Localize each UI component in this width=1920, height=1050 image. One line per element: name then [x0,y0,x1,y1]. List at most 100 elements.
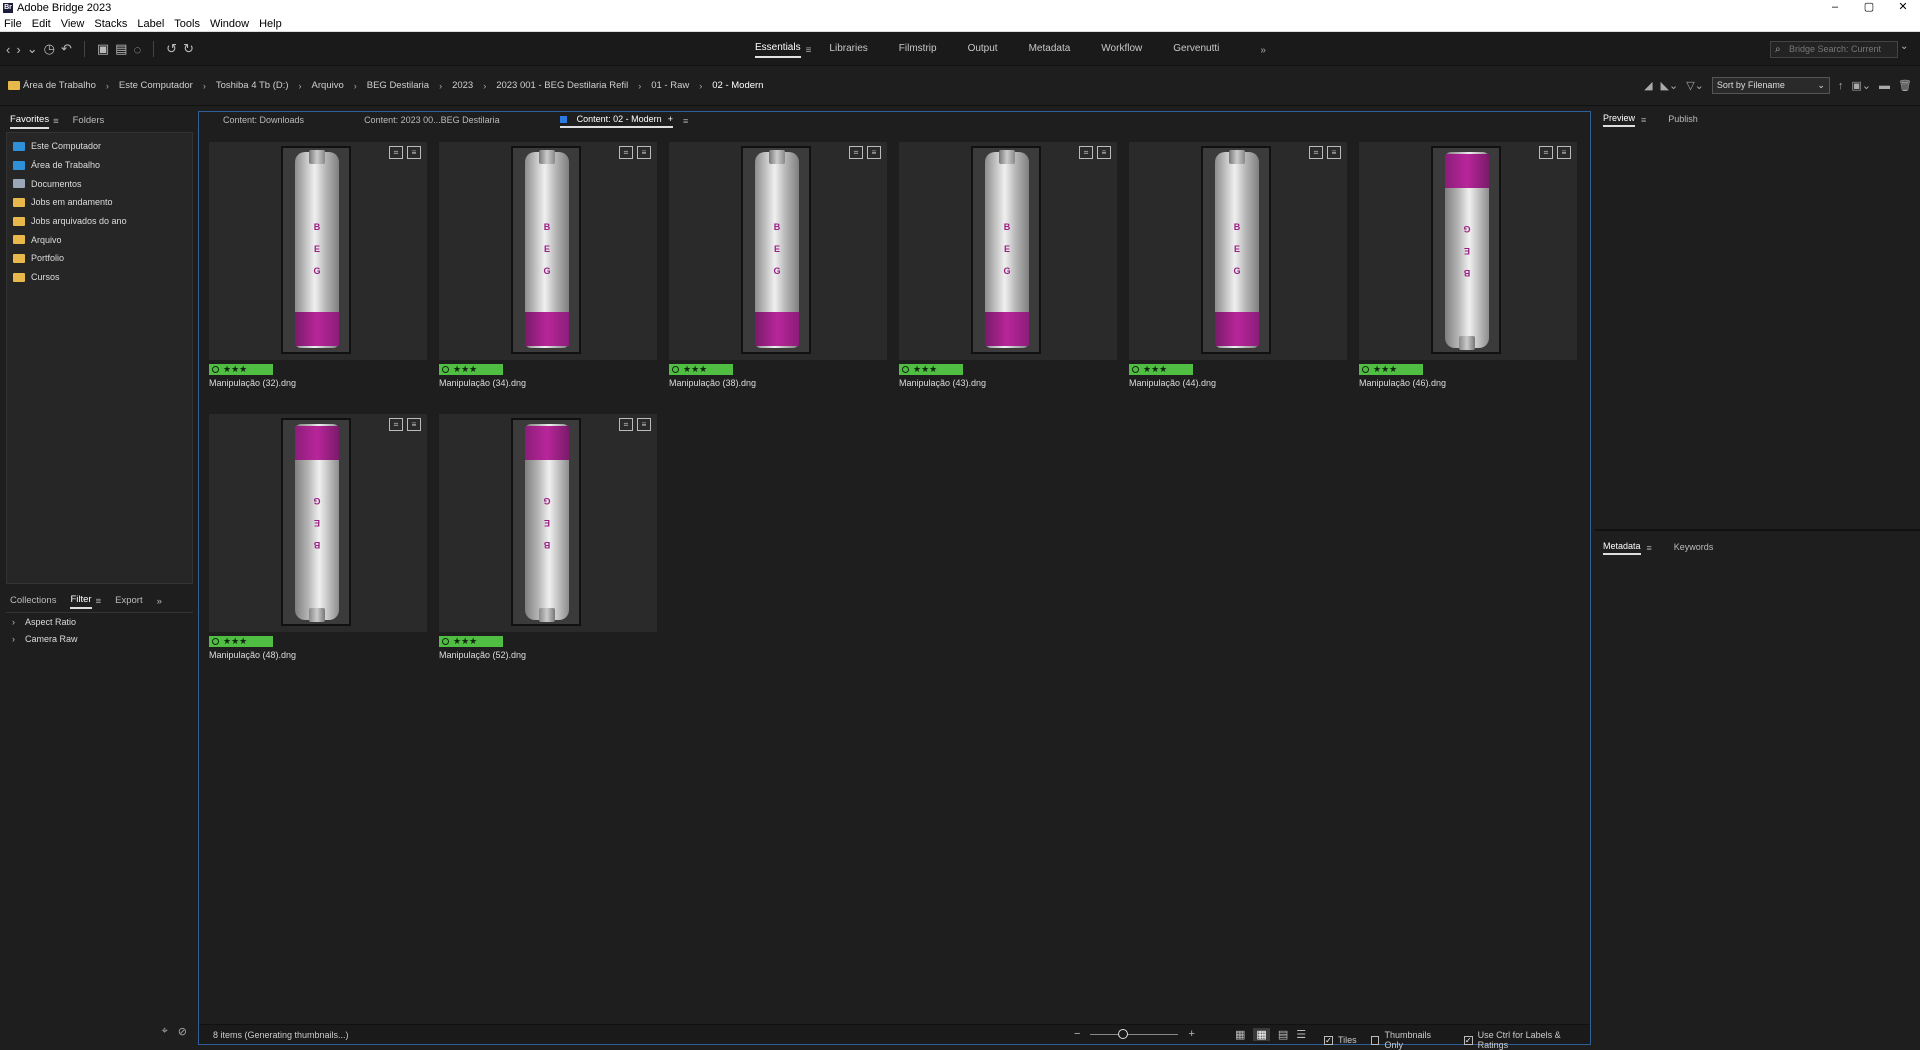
crop-icon[interactable]: ⌗ [619,146,633,159]
crop-icon[interactable]: ⌗ [1539,146,1553,159]
chevron-down-icon[interactable]: ⌄ [27,41,38,57]
file-name[interactable]: Manipulação (43).dng [899,378,986,388]
file-name[interactable]: Manipulação (52).dng [439,650,526,660]
menu-help[interactable]: Help [259,18,282,30]
checkbox[interactable]: ✓ [1463,1035,1473,1045]
chevron-right-icon[interactable]: › [483,81,486,91]
tab-favorites[interactable]: Favorites [10,114,50,129]
tab-keywords[interactable]: Keywords [1674,542,1714,554]
breadcrumb-item[interactable]: Área de Trabalho [23,80,96,91]
adjustments-icon[interactable]: ≡ [1097,146,1111,159]
bottle-thumbnail-image[interactable]: B E G [1201,146,1271,354]
zoom-in-icon[interactable]: + [1188,1028,1194,1040]
chevron-right-icon[interactable]: › [299,81,302,91]
camera-import-icon[interactable]: ▣ [97,41,109,57]
reject-icon[interactable] [212,366,219,373]
return-icon[interactable]: ↶ [61,41,72,57]
breadcrumb-current[interactable]: 02 - Modern [712,80,763,91]
workspace-workflow[interactable]: Workflow [1101,43,1142,57]
workspace-metadata[interactable]: Metadata [1029,43,1071,57]
rating-stars[interactable]: ★★★ [1373,364,1397,375]
rating-label[interactable]: ★★★ [209,636,273,647]
favorite-item[interactable]: Arquivo [7,230,192,249]
file-name[interactable]: Manipulação (44).dng [1129,378,1216,388]
maximize-button[interactable]: ▢ [1852,0,1886,16]
checkbox[interactable]: ✓ [1324,1035,1333,1045]
panel-menu-icon[interactable]: ≡ [53,116,59,127]
search-options-chevron-icon[interactable]: ⌄ [1900,41,1908,52]
breadcrumb-item[interactable]: BEG Destilaria [367,80,429,91]
rating-stars[interactable]: ★★★ [453,636,477,647]
slider-track[interactable] [1090,1028,1179,1039]
forward-icon[interactable]: › [16,42,20,57]
panel-menu-icon[interactable]: ≡ [1647,543,1652,553]
favorite-item[interactable]: Documentos [7,174,192,193]
menu-tools[interactable]: Tools [174,18,200,30]
bottle-thumbnail-image[interactable]: B E G [741,146,811,354]
more-workspaces-icon[interactable]: » [1260,45,1266,56]
reject-icon[interactable] [442,638,449,645]
thumbnail-tile[interactable]: B E G ⌗ ≡ ★★★ Manipulação (43).dng [899,142,1117,388]
tab-folders[interactable]: Folders [73,115,105,128]
rating-label[interactable]: ★★★ [899,364,963,375]
adjustments-icon[interactable]: ≡ [407,418,421,431]
favorite-item[interactable]: Portfolio [7,249,192,268]
workspace-libraries[interactable]: Libraries [829,43,867,57]
file-name[interactable]: Manipulação (34).dng [439,378,526,388]
menu-label[interactable]: Label [137,18,164,30]
filter-item-aspect-ratio[interactable]: › Aspect Ratio [6,613,193,630]
clear-filter-icon[interactable]: ⊘ [178,1025,187,1038]
breadcrumb-item[interactable]: 01 - Raw [651,80,689,91]
workspace-menu-icon[interactable]: ≡ [806,45,812,56]
panel-menu-icon[interactable]: ≡ [96,596,102,607]
zoom-out-icon[interactable]: − [1074,1028,1080,1040]
thumbnail-tile[interactable]: B E G ⌗ ≡ ★★★ Manipulação (34).dng [439,142,657,388]
reject-icon[interactable] [1132,366,1139,373]
crop-icon[interactable]: ⌗ [1309,146,1323,159]
bottle-thumbnail-image[interactable]: B E G [281,418,351,626]
menu-stacks[interactable]: Stacks [94,18,127,30]
reject-icon[interactable] [442,366,449,373]
favorite-item[interactable]: Jobs arquivados do ano [7,212,192,231]
tiles-checkbox[interactable]: ✓ Tiles [1324,1035,1357,1045]
file-name[interactable]: Manipulação (46).dng [1359,378,1446,388]
use-ctrl-checkbox[interactable]: ✓ Use Ctrl for Labels & Ratings [1463,1030,1590,1050]
reject-icon[interactable] [672,366,679,373]
open-recent-icon[interactable]: ▣⌄ [1851,79,1871,92]
chevron-right-icon[interactable]: › [439,81,442,91]
crop-icon[interactable]: ⌗ [389,418,403,431]
rating-label[interactable]: ★★★ [439,364,503,375]
tab-content-downloads[interactable]: Content: Downloads [223,115,304,127]
rating-label[interactable]: ★★★ [1129,364,1193,375]
bottle-thumbnail-image[interactable]: B E G [511,146,581,354]
thumbnail-tile[interactable]: B E G ⌗ ≡ ★★★ Manipulação (46).dng [1359,142,1577,388]
add-tab-icon[interactable]: + [668,114,673,124]
tab-content-beg-destilaria[interactable]: Content: 2023 00...BEG Destilaria [364,115,500,127]
rating-label[interactable]: ★★★ [439,636,503,647]
thumbnail-tile[interactable]: B E G ⌗ ≡ ★★★ Manipulação (52).dng [439,414,657,660]
sort-select[interactable]: Sort by Filename ⌄ [1711,77,1830,94]
rating-stars[interactable]: ★★★ [683,364,707,375]
slider-handle[interactable] [1118,1028,1129,1039]
filter-item-camera-raw[interactable]: › Camera Raw [6,630,193,647]
reject-icon[interactable] [902,366,909,373]
tab-publish[interactable]: Publish [1668,114,1698,126]
close-button[interactable]: ✕ [1886,0,1920,16]
menu-edit[interactable]: Edit [32,18,51,30]
chevron-right-icon[interactable]: › [699,81,702,91]
favorite-item[interactable]: Jobs em andamento [7,193,192,212]
rating-label[interactable]: ★★★ [669,364,733,375]
expand-panel-icon[interactable]: » [157,596,162,607]
checkbox[interactable] [1370,1035,1380,1045]
breadcrumb-item[interactable]: 2023 [452,80,473,91]
tab-preview[interactable]: Preview [1603,113,1636,127]
delete-icon[interactable]: 🗑 [1898,79,1912,92]
adjustments-icon[interactable]: ≡ [637,146,651,159]
recent-history-icon[interactable]: ◷ [44,41,55,57]
tab-export[interactable]: Export [115,595,142,608]
adjustments-icon[interactable]: ≡ [407,146,421,159]
bottle-thumbnail-image[interactable]: B E G [971,146,1041,354]
workspace-output[interactable]: Output [968,43,998,57]
details-view-icon[interactable]: ▤ [1278,1028,1288,1041]
thumbnail-tile[interactable]: B E G ⌗ ≡ ★★★ Manipulação (48).dng [209,414,427,660]
